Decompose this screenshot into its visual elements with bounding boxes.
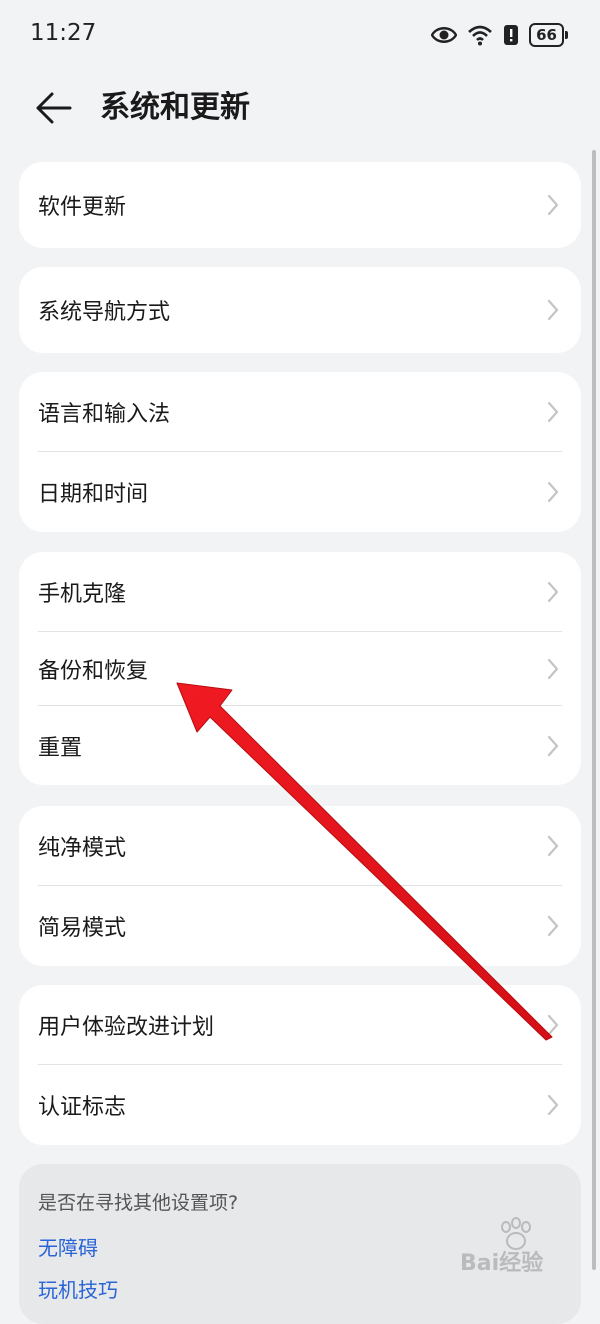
backup-restore-item[interactable]: 备份和恢复 <box>19 632 581 706</box>
reset-item[interactable]: 重置 <box>19 706 581 785</box>
arrow-left-icon <box>36 92 72 124</box>
simple-mode-item[interactable]: 简易模式 <box>19 886 581 966</box>
chevron-right-icon <box>547 658 559 680</box>
page-header: 系统和更新 <box>0 80 600 136</box>
status-time: 11:27 <box>30 20 97 46</box>
system-navigation-item[interactable]: 系统导航方式 <box>19 267 581 353</box>
wifi-icon <box>468 25 492 46</box>
tips-link[interactable]: 玩机技巧 <box>38 1274 118 1303</box>
settings-group-experience: 用户体验改进计划 认证标志 <box>19 985 581 1145</box>
watermark-text: Bai经验 <box>460 1251 544 1276</box>
settings-group-navigation: 系统导航方式 <box>19 267 581 353</box>
settings-group-update: 软件更新 <box>19 162 581 248</box>
item-label: 认证标志 <box>38 1095 127 1120</box>
watermark-logo: Bai经验 <box>460 1217 590 1285</box>
scrollbar[interactable] <box>592 150 596 1270</box>
settings-group-modes: 纯净模式 简易模式 <box>19 806 581 966</box>
date-time-item[interactable]: 日期和时间 <box>19 452 581 532</box>
pure-mode-item[interactable]: 纯净模式 <box>19 806 581 886</box>
item-label: 简易模式 <box>38 916 127 941</box>
chevron-right-icon <box>547 299 559 321</box>
chevron-right-icon <box>547 1094 559 1116</box>
chevron-right-icon <box>547 194 559 216</box>
chevron-right-icon <box>547 735 559 756</box>
chevron-right-icon <box>547 481 559 503</box>
settings-group-backup: 手机克隆 备份和恢复 重置 <box>19 552 581 785</box>
chevron-right-icon <box>547 401 559 423</box>
item-label: 手机克隆 <box>38 582 127 607</box>
battery-icon: 66 <box>529 23 568 47</box>
item-label: 备份和恢复 <box>38 659 149 684</box>
language-input-item[interactable]: 语言和输入法 <box>19 372 581 452</box>
status-bar: 11:27 66 <box>0 0 600 70</box>
chevron-right-icon <box>547 1014 559 1036</box>
item-label: 系统导航方式 <box>38 300 171 325</box>
suggestions-title: 是否在寻找其他设置项? <box>38 1192 239 1214</box>
item-label: 日期和时间 <box>38 482 149 507</box>
chevron-right-icon <box>547 915 559 937</box>
chevron-right-icon <box>547 581 559 603</box>
phone-clone-item[interactable]: 手机克隆 <box>19 552 581 632</box>
status-icons: 66 <box>431 22 568 48</box>
chevron-right-icon <box>547 835 559 857</box>
item-label: 语言和输入法 <box>38 402 171 427</box>
user-experience-item[interactable]: 用户体验改进计划 <box>19 985 581 1065</box>
item-label: 用户体验改进计划 <box>38 1015 215 1040</box>
page-title: 系统和更新 <box>100 90 250 125</box>
alert-icon <box>504 25 519 45</box>
item-label: 重置 <box>38 735 83 761</box>
battery-level: 66 <box>529 23 564 47</box>
back-button[interactable] <box>32 86 80 130</box>
software-update-item[interactable]: 软件更新 <box>19 162 581 248</box>
item-label: 纯净模式 <box>38 836 127 861</box>
accessibility-link[interactable]: 无障碍 <box>38 1232 98 1261</box>
item-label: 软件更新 <box>38 195 127 220</box>
settings-group-language: 语言和输入法 日期和时间 <box>19 372 581 532</box>
eye-icon <box>431 27 458 43</box>
certification-item[interactable]: 认证标志 <box>19 1065 581 1145</box>
